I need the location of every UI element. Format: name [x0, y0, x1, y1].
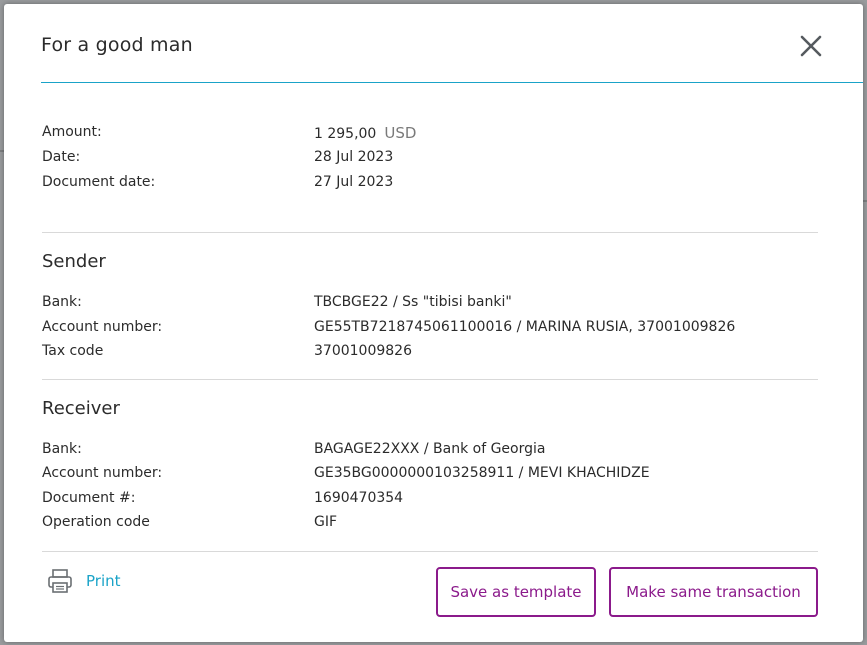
receiver-operation-value: GIF	[314, 514, 338, 530]
printer-icon	[48, 569, 72, 593]
document-date-value: 27 Jul 2023	[314, 174, 394, 190]
sender-title: Sender	[42, 251, 106, 272]
amount-value: 1 295,00 USD	[314, 124, 416, 142]
save-as-template-button[interactable]: Save as template	[436, 567, 596, 617]
section-divider	[42, 232, 818, 233]
sender-bank-value: TBCBGE22 / Ss "tibisi banki"	[314, 294, 512, 310]
receiver-operation-label: Operation code	[42, 514, 150, 530]
sender-tax-value: 37001009826	[314, 343, 412, 359]
sender-bank-label: Bank:	[42, 294, 82, 310]
background-edge	[863, 200, 867, 202]
receiver-document-value: 1690470354	[314, 490, 404, 506]
receiver-account-row: Account number: GE35BG0000000103258911 /…	[42, 465, 818, 485]
amount-label: Amount:	[42, 124, 102, 140]
close-icon	[800, 35, 822, 57]
sender-tax-row: Tax code 37001009826	[42, 343, 818, 363]
receiver-bank-label: Bank:	[42, 441, 82, 457]
date-value: 28 Jul 2023	[314, 149, 394, 165]
receiver-account-label: Account number:	[42, 465, 163, 481]
make-same-transaction-button[interactable]: Make same transaction	[609, 567, 818, 617]
close-button[interactable]	[799, 34, 823, 58]
amount-row: Amount: 1 295,00 USD	[42, 124, 818, 144]
sender-account-value: GE55TB7218745061100016 / MARINA RUSIA, 3…	[314, 319, 736, 335]
amount-currency: USD	[384, 124, 417, 142]
section-divider	[42, 551, 818, 552]
sender-bank-row: Bank: TBCBGE22 / Ss "tibisi banki"	[42, 294, 818, 314]
receiver-document-row: Document #: 1690470354	[42, 490, 818, 510]
receiver-account-value: GE35BG0000000103258911 / MEVI KHACHIDZE	[314, 465, 650, 481]
receiver-title: Receiver	[42, 398, 120, 419]
sender-tax-label: Tax code	[42, 343, 104, 359]
document-date-row: Document date: 27 Jul 2023	[42, 174, 818, 194]
transaction-details-dialog: For a good man Amount: 1 295,00 USD Date:…	[4, 4, 863, 642]
receiver-bank-value: BAGAGE22XXX / Bank of Georgia	[314, 441, 546, 457]
date-row: Date: 28 Jul 2023	[42, 149, 818, 169]
document-date-label: Document date:	[42, 174, 156, 190]
receiver-bank-row: Bank: BAGAGE22XXX / Bank of Georgia	[42, 441, 818, 461]
amount-number: 1 295,00	[314, 126, 377, 142]
print-label: Print	[86, 572, 121, 590]
print-button[interactable]: Print	[46, 566, 121, 596]
dialog-header: For a good man	[41, 4, 863, 83]
sender-account-row: Account number: GE55TB7218745061100016 /…	[42, 319, 818, 339]
receiver-document-label: Document #:	[42, 490, 136, 506]
section-divider	[42, 379, 818, 380]
dialog-title: For a good man	[41, 34, 193, 56]
date-label: Date:	[42, 149, 81, 165]
receiver-operation-row: Operation code GIF	[42, 514, 818, 534]
sender-account-label: Account number:	[42, 319, 163, 335]
